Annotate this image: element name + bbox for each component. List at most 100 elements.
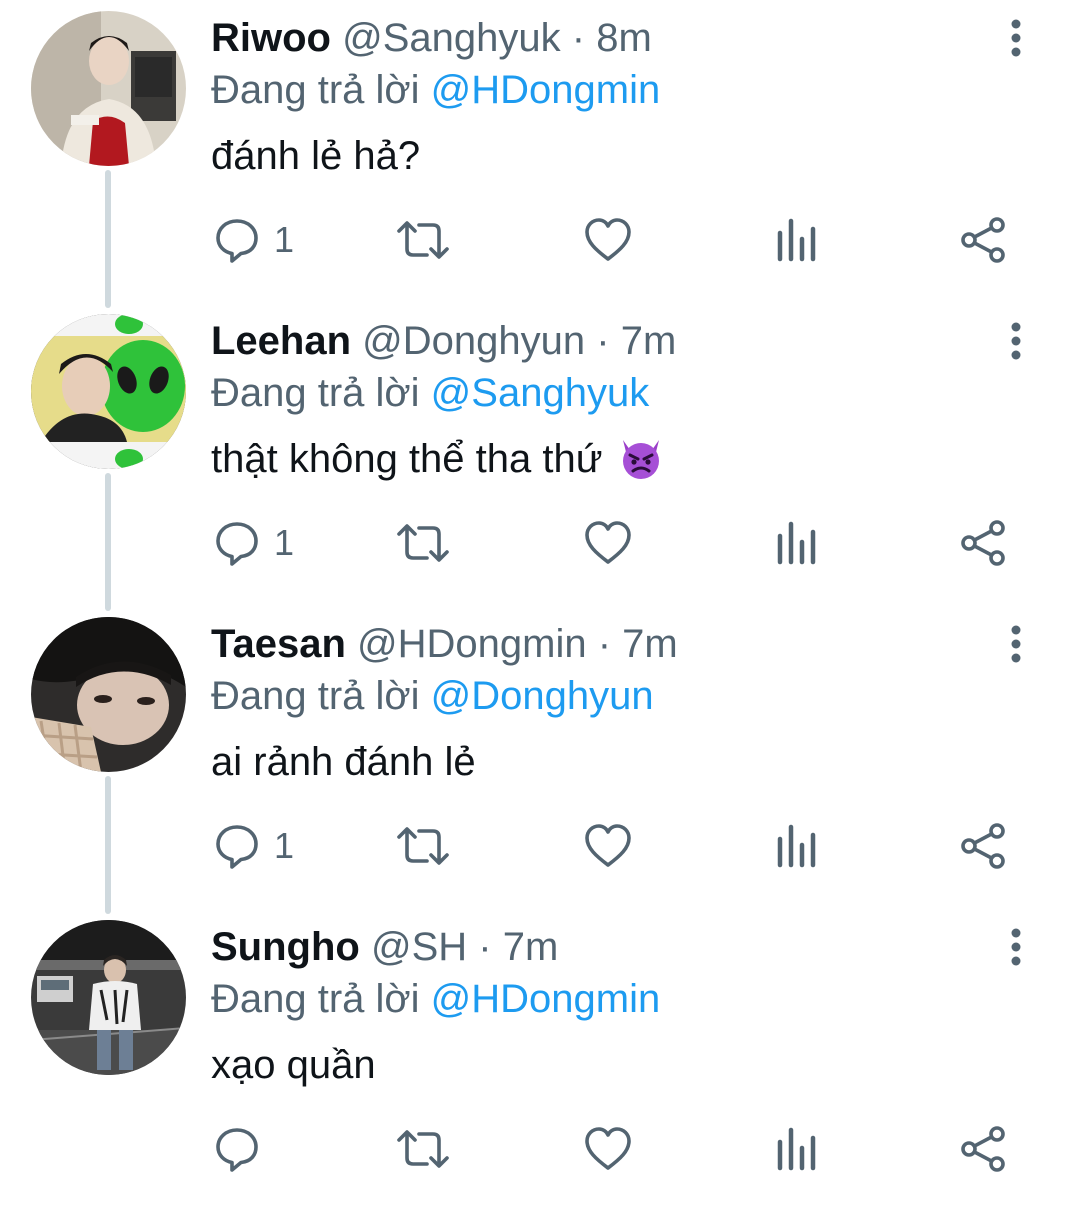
views-button[interactable] (775, 1119, 819, 1179)
display-name[interactable]: Leehan (211, 319, 351, 363)
mention-link[interactable]: @Sanghyuk (431, 371, 650, 415)
retweet-icon (397, 1130, 449, 1168)
retweet-icon (397, 827, 449, 865)
avatar[interactable] (31, 920, 186, 1075)
share-icon (961, 217, 1005, 263)
like-button[interactable] (583, 210, 633, 270)
tweet-text-content: xạo quần (211, 1043, 376, 1087)
retweet-icon (397, 221, 449, 259)
user-handle[interactable]: @HDongmin (357, 622, 587, 666)
replying-to-label: Đang trả lời (211, 371, 420, 415)
reply-count: 1 (274, 825, 295, 866)
mention-link[interactable]: @HDongmin (431, 68, 661, 112)
like-button[interactable] (583, 816, 633, 876)
tweet-header: Riwoo @Sanghyuk · 8m (211, 14, 652, 62)
tweet-text-content: thật không thể tha thứ (211, 437, 603, 481)
tweet-text: thật không thể tha thứ (211, 433, 664, 493)
separator: · (596, 319, 610, 363)
mention-link[interactable]: @HDongmin (431, 977, 661, 1021)
more-options-icon (1011, 928, 1021, 966)
tweet[interactable]: Taesan @HDongmin · 7m Đang trả lời @Dong… (0, 606, 1079, 909)
replying-to: Đang trả lời @HDongmin (211, 975, 660, 1023)
reply-button[interactable] (212, 1119, 274, 1179)
retweet-icon (397, 524, 449, 562)
reply-icon (216, 522, 258, 566)
like-button[interactable] (583, 1119, 633, 1179)
tweet-text: đánh lẻ hả? (211, 130, 420, 182)
more-options-button[interactable] (1000, 622, 1032, 666)
tweet[interactable]: Leehan @Donghyun · 7m Đang trả lời @Sang… (0, 303, 1079, 606)
action-bar: 1 (0, 210, 1079, 270)
views-icon (777, 218, 816, 262)
tweet[interactable]: Riwoo @Sanghyuk · 8m Đang trả lời @HDong… (0, 0, 1079, 303)
retweet-button[interactable] (395, 513, 451, 573)
reply-button[interactable]: 1 (212, 816, 294, 876)
more-options-icon (1011, 625, 1021, 663)
views-button[interactable] (775, 210, 819, 270)
replying-to: Đang trả lời @HDongmin (211, 66, 660, 114)
retweet-button[interactable] (395, 1119, 451, 1179)
more-options-button[interactable] (1000, 319, 1032, 363)
tweet-text: ai rảnh đánh lẻ (211, 736, 476, 788)
like-icon (585, 521, 631, 564)
tweet[interactable]: Sungho @SH · 7m Đang trả lời @HDongmin x… (0, 909, 1079, 1212)
timestamp[interactable]: 7m (622, 622, 678, 666)
replying-to: Đang trả lời @Donghyun (211, 672, 654, 720)
user-handle[interactable]: @SH (371, 925, 467, 969)
timestamp[interactable]: 8m (596, 16, 652, 60)
separator: · (571, 16, 586, 60)
action-bar: 1 (0, 513, 1079, 573)
reply-count: 1 (274, 219, 295, 260)
share-button[interactable] (958, 1119, 1008, 1179)
tweet-header: Leehan @Donghyun · 7m (211, 317, 676, 365)
more-options-icon (1011, 322, 1021, 360)
replying-to: Đang trả lời @Sanghyuk (211, 369, 649, 417)
tweet-text: xạo quần (211, 1039, 376, 1091)
avatar[interactable] (31, 11, 186, 166)
views-button[interactable] (775, 513, 819, 573)
replying-to-label: Đang trả lời (211, 977, 420, 1021)
separator: · (478, 925, 492, 969)
tweet-text-content: ai rảnh đánh lẻ (211, 740, 476, 784)
user-handle[interactable]: @Sanghyuk (342, 16, 561, 60)
reply-button[interactable]: 1 (212, 210, 294, 270)
avatar[interactable] (31, 617, 186, 772)
share-button[interactable] (958, 210, 1008, 270)
share-button[interactable] (958, 513, 1008, 573)
views-icon (777, 521, 816, 565)
separator: · (597, 622, 612, 666)
like-icon (585, 218, 631, 261)
display-name[interactable]: Taesan (211, 622, 346, 666)
share-button[interactable] (958, 816, 1008, 876)
display-name[interactable]: Sungho (211, 925, 360, 969)
share-icon (961, 520, 1005, 566)
user-handle[interactable]: @Donghyun (362, 319, 585, 363)
timestamp[interactable]: 7m (621, 319, 677, 363)
reply-icon (216, 1128, 258, 1172)
replying-to-label: Đang trả lời (211, 674, 420, 718)
share-icon (961, 1126, 1005, 1172)
reply-icon (216, 219, 258, 263)
share-icon (961, 823, 1005, 869)
more-options-button[interactable] (1000, 16, 1032, 60)
views-icon (777, 1127, 816, 1171)
like-icon (585, 1127, 631, 1170)
display-name[interactable]: Riwoo (211, 16, 331, 60)
reply-count: 1 (274, 522, 295, 563)
timestamp[interactable]: 7m (503, 925, 559, 969)
reply-button[interactable]: 1 (212, 513, 294, 573)
like-icon (585, 824, 631, 867)
more-options-icon (1011, 19, 1021, 57)
retweet-button[interactable] (395, 816, 451, 876)
views-button[interactable] (775, 816, 819, 876)
tweet-header: Taesan @HDongmin · 7m (211, 620, 678, 668)
retweet-button[interactable] (395, 210, 451, 270)
reply-icon (216, 825, 258, 869)
avatar[interactable] (31, 314, 186, 469)
angry-devil-emoji (618, 436, 664, 493)
tweet-text-content: đánh lẻ hả? (211, 134, 421, 178)
mention-link[interactable]: @Donghyun (431, 674, 654, 718)
like-button[interactable] (583, 513, 633, 573)
action-bar (0, 1119, 1079, 1179)
more-options-button[interactable] (1000, 925, 1032, 969)
